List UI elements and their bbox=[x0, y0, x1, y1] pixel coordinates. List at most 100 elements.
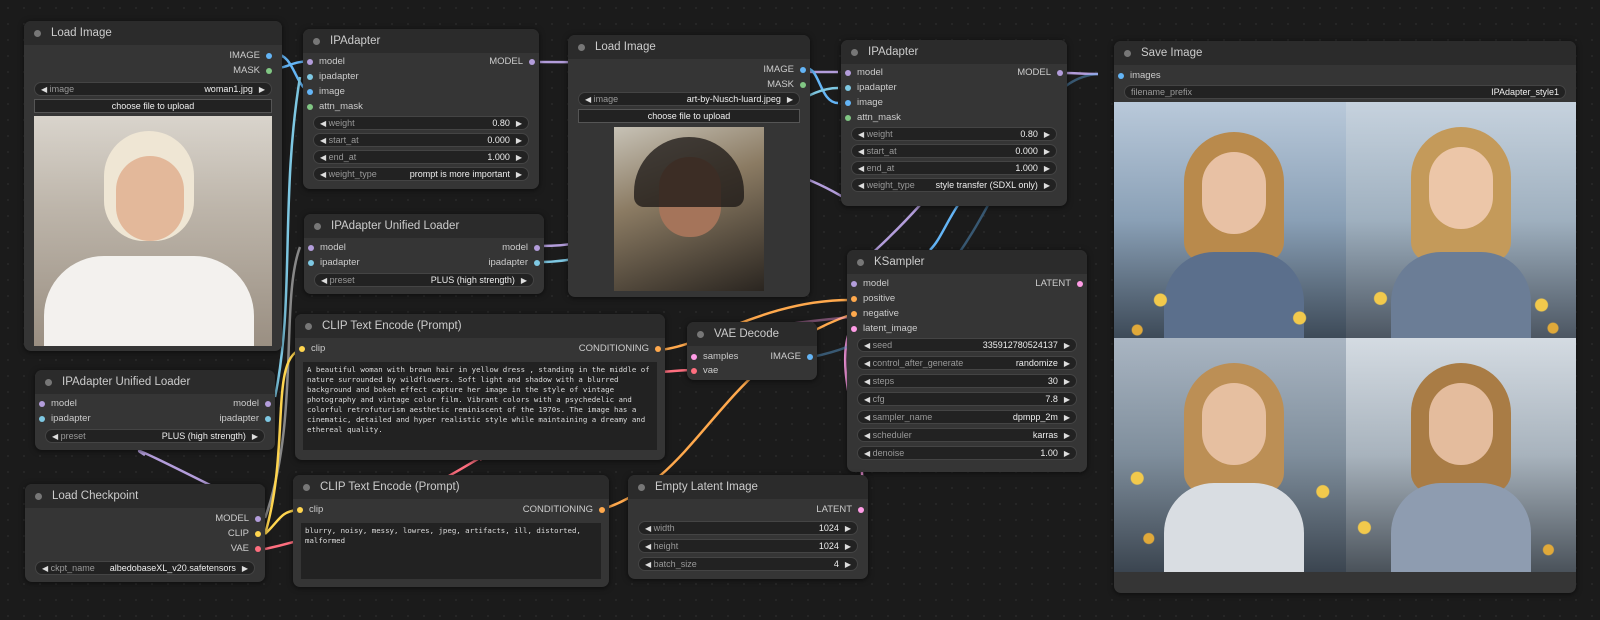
node-header[interactable]: KSampler bbox=[847, 250, 1087, 274]
node-header[interactable]: IPAdapter Unified Loader bbox=[304, 214, 544, 238]
image-port-icon[interactable] bbox=[307, 89, 313, 95]
arrow-left-icon[interactable]: ◀ bbox=[320, 153, 326, 162]
clip-port-icon[interactable] bbox=[255, 531, 261, 537]
model-port-icon[interactable] bbox=[308, 245, 314, 251]
arrow-left-icon[interactable]: ◀ bbox=[645, 524, 651, 533]
input-images[interactable]: images bbox=[1118, 69, 1161, 83]
arrow-left-icon[interactable]: ◀ bbox=[42, 564, 48, 573]
input-image[interactable]: image bbox=[845, 96, 883, 110]
image-port-icon[interactable] bbox=[266, 53, 272, 59]
arrow-right-icon[interactable]: ▶ bbox=[1044, 147, 1050, 156]
output-conditioning[interactable]: CONDITIONING bbox=[579, 342, 661, 356]
latent-port-icon[interactable] bbox=[691, 354, 697, 360]
input-model[interactable]: model bbox=[39, 397, 77, 411]
filename-prefix-field[interactable]: filename_prefix IPAdapter_style1 bbox=[1124, 85, 1566, 99]
collapse-dot-icon[interactable] bbox=[638, 483, 645, 491]
output-clip[interactable]: CLIP bbox=[228, 527, 261, 541]
steps-widget[interactable]: ◀ steps 30 ▶ bbox=[857, 374, 1077, 388]
input-negative[interactable]: negative bbox=[851, 307, 899, 321]
arrow-left-icon[interactable]: ◀ bbox=[52, 432, 58, 441]
arrow-right-icon[interactable]: ▶ bbox=[516, 136, 522, 145]
output-vae[interactable]: VAE bbox=[231, 542, 261, 556]
empty-latent-image-node[interactable]: Empty Latent Image LATENT ◀ width 1024 ▶ ◀… bbox=[628, 475, 868, 579]
output-conditioning[interactable]: CONDITIONING bbox=[523, 503, 605, 517]
input-ipadapter[interactable]: ipadapter bbox=[845, 81, 897, 95]
node-header[interactable]: CLIP Text Encode (Prompt) bbox=[293, 475, 609, 499]
vae-decode-node[interactable]: VAE Decode samples vae IMAGE bbox=[687, 322, 817, 380]
image-port-icon[interactable] bbox=[807, 354, 813, 360]
model-port-icon[interactable] bbox=[307, 59, 313, 65]
denoise-widget[interactable]: ◀ denoise 1.00 ▶ bbox=[857, 446, 1077, 460]
cfg-widget[interactable]: ◀ cfg 7.8 ▶ bbox=[857, 392, 1077, 406]
arrow-left-icon[interactable]: ◀ bbox=[864, 395, 870, 404]
preset-select[interactable]: ◀ preset PLUS (high strength) ▶ bbox=[314, 273, 534, 287]
collapse-dot-icon[interactable] bbox=[34, 29, 41, 37]
output-model[interactable]: model bbox=[233, 397, 271, 411]
image-select[interactable]: ◀ image woman1.jpg ▶ bbox=[34, 82, 272, 96]
output-mask[interactable]: MASK bbox=[767, 78, 806, 92]
arrow-right-icon[interactable]: ▶ bbox=[1064, 395, 1070, 404]
collapse-dot-icon[interactable] bbox=[697, 330, 704, 338]
arrow-left-icon[interactable]: ◀ bbox=[858, 130, 864, 139]
ipadapter-unified-loader-node-2[interactable]: IPAdapter Unified Loader model ipadapter… bbox=[35, 370, 275, 450]
collapse-dot-icon[interactable] bbox=[303, 483, 310, 491]
model-port-icon[interactable] bbox=[265, 401, 271, 407]
input-model[interactable]: model bbox=[845, 66, 883, 80]
mask-port-icon[interactable] bbox=[307, 104, 313, 110]
arrow-left-icon[interactable]: ◀ bbox=[864, 431, 870, 440]
image-port-icon[interactable] bbox=[800, 67, 806, 73]
node-header[interactable]: IPAdapter Unified Loader bbox=[35, 370, 275, 394]
arrow-right-icon[interactable]: ▶ bbox=[242, 564, 248, 573]
seed-widget[interactable]: ◀ seed 335912780524137 ▶ bbox=[857, 338, 1077, 352]
collapse-dot-icon[interactable] bbox=[857, 258, 864, 266]
arrow-right-icon[interactable]: ▶ bbox=[516, 170, 522, 179]
image-port-icon[interactable] bbox=[845, 100, 851, 106]
model-port-icon[interactable] bbox=[1057, 70, 1063, 76]
output-latent[interactable]: LATENT bbox=[816, 503, 864, 517]
arrow-left-icon[interactable]: ◀ bbox=[864, 413, 870, 422]
conditioning-port-icon[interactable] bbox=[599, 507, 605, 513]
mask-port-icon[interactable] bbox=[845, 115, 851, 121]
ckpt-name-select[interactable]: ◀ ckpt_name albedobaseXL_v20.safetensors ▶ bbox=[35, 561, 255, 575]
clip-text-encode-negative-node[interactable]: CLIP Text Encode (Prompt) clip CONDITION… bbox=[293, 475, 609, 587]
output-mask[interactable]: MASK bbox=[233, 64, 272, 78]
arrow-left-icon[interactable]: ◀ bbox=[858, 147, 864, 156]
model-port-icon[interactable] bbox=[851, 281, 857, 287]
collapse-dot-icon[interactable] bbox=[578, 43, 585, 51]
arrow-left-icon[interactable]: ◀ bbox=[645, 542, 651, 551]
negative-prompt-textarea[interactable]: blurry, noisy, messy, lowres, jpeg, arti… bbox=[301, 523, 601, 579]
latent-port-icon[interactable] bbox=[851, 326, 857, 332]
arrow-left-icon[interactable]: ◀ bbox=[41, 85, 47, 94]
ipadapter-port-icon[interactable] bbox=[265, 416, 271, 422]
start-at-widget[interactable]: ◀ start_at 0.000 ▶ bbox=[313, 133, 529, 147]
upload-button[interactable]: choose file to upload bbox=[34, 99, 272, 113]
node-header[interactable]: IPAdapter bbox=[303, 29, 539, 53]
collapse-dot-icon[interactable] bbox=[1124, 49, 1131, 57]
input-ipadapter[interactable]: ipadapter bbox=[308, 256, 360, 270]
conditioning-port-icon[interactable] bbox=[655, 346, 661, 352]
arrow-right-icon[interactable]: ▶ bbox=[1044, 130, 1050, 139]
image-port-icon[interactable] bbox=[1118, 73, 1124, 79]
height-widget[interactable]: ◀ height 1024 ▶ bbox=[638, 539, 858, 553]
input-model[interactable]: model bbox=[308, 241, 346, 255]
model-port-icon[interactable] bbox=[534, 245, 540, 251]
arrow-right-icon[interactable]: ▶ bbox=[845, 542, 851, 551]
node-header[interactable]: Load Checkpoint bbox=[25, 484, 265, 508]
end-at-widget[interactable]: ◀ end_at 1.000 ▶ bbox=[313, 150, 529, 164]
arrow-left-icon[interactable]: ◀ bbox=[864, 449, 870, 458]
output-model[interactable]: MODEL bbox=[489, 55, 535, 69]
arrow-left-icon[interactable]: ◀ bbox=[864, 377, 870, 386]
arrow-right-icon[interactable]: ▶ bbox=[1064, 341, 1070, 350]
ipadapter-port-icon[interactable] bbox=[39, 416, 45, 422]
model-port-icon[interactable] bbox=[845, 70, 851, 76]
output-model[interactable]: MODEL bbox=[1017, 66, 1063, 80]
end-at-widget[interactable]: ◀ end_at 1.000 ▶ bbox=[851, 161, 1057, 175]
arrow-right-icon[interactable]: ▶ bbox=[1044, 164, 1050, 173]
latent-port-icon[interactable] bbox=[858, 507, 864, 513]
input-ipadapter[interactable]: ipadapter bbox=[39, 412, 91, 426]
arrow-left-icon[interactable]: ◀ bbox=[320, 119, 326, 128]
clip-text-encode-positive-node[interactable]: CLIP Text Encode (Prompt) clip CONDITION… bbox=[295, 314, 665, 460]
ipadapter-node-1[interactable]: IPAdapter model ipadapter image attn_mas… bbox=[303, 29, 539, 189]
collapse-dot-icon[interactable] bbox=[45, 378, 52, 386]
arrow-right-icon[interactable]: ▶ bbox=[1064, 431, 1070, 440]
